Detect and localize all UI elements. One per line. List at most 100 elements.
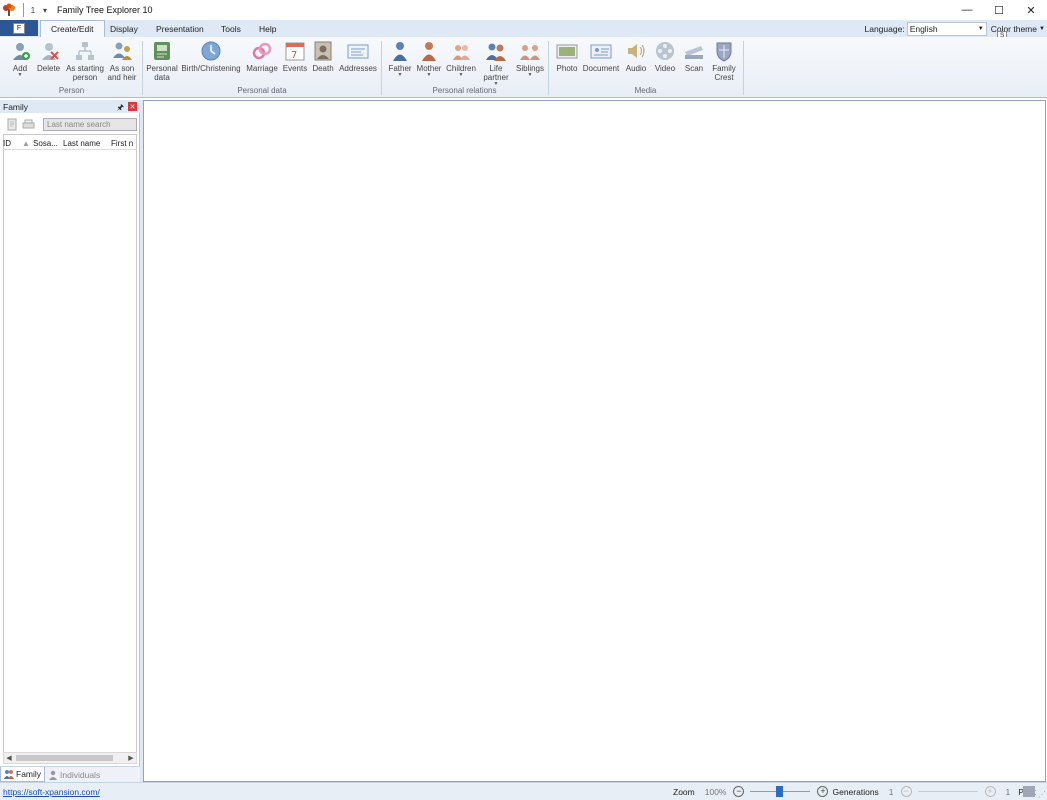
video-label: Video	[654, 64, 676, 73]
column-sosa[interactable]: Sosa...	[33, 137, 63, 149]
window-controls: — ☐ ✕	[951, 0, 1047, 20]
quick-access-button[interactable]: 1	[27, 4, 39, 16]
generations-increase-icon[interactable]: +	[984, 786, 996, 797]
list-header: ID ▲ Sosa... Last name First n	[3, 137, 137, 150]
zoom-slider[interactable]	[750, 786, 811, 797]
zoom-slider-knob[interactable]	[776, 786, 784, 797]
son-and-heir-icon	[113, 42, 132, 60]
death-button[interactable]: Death	[311, 40, 335, 73]
chevron-down-icon: ▼	[527, 72, 533, 78]
delete-person-button[interactable]: Delete	[37, 40, 60, 73]
person-list[interactable]	[3, 134, 137, 754]
audio-button[interactable]: Audio	[624, 40, 648, 73]
generations-slider[interactable]	[917, 786, 978, 797]
group-label-person: Person	[58, 86, 85, 95]
printer-icon[interactable]	[1023, 786, 1035, 797]
close-panel-icon[interactable]: ✕	[128, 102, 137, 111]
minimize-icon[interactable]: —	[951, 0, 983, 20]
scrollbar-thumb[interactable]	[16, 755, 113, 761]
column-last-name[interactable]: Last name	[63, 137, 111, 149]
tab-display[interactable]: Display	[100, 20, 148, 37]
close-icon[interactable]: ✕	[1015, 0, 1047, 20]
column-first-name[interactable]: First n	[111, 137, 137, 149]
chevron-down-icon: ▼	[458, 72, 464, 78]
chevron-down-icon: ▼	[17, 72, 23, 78]
tab-help[interactable]: Help	[249, 20, 286, 37]
marriage-button[interactable]: Marriage	[245, 40, 279, 73]
personal-data-button[interactable]: Personal data	[146, 40, 178, 82]
address-card-icon	[347, 44, 369, 59]
calendar-icon: 7	[285, 42, 305, 61]
photo-label: Photo	[556, 64, 578, 73]
scroll-left-icon[interactable]: ◀	[4, 753, 14, 763]
print-list-icon[interactable]	[22, 118, 35, 131]
family-crest-button[interactable]: Family Crest	[710, 40, 738, 82]
sort-ascending-icon: ▲	[22, 138, 30, 148]
panel-tabs: Family Individuals	[0, 766, 140, 782]
starting-person-icon	[76, 42, 94, 60]
siblings-icon	[520, 45, 540, 60]
horizontal-scrollbar[interactable]: ◀ ▶	[3, 752, 137, 764]
file-menu-button[interactable]: F	[0, 20, 38, 36]
language-label: Language:	[864, 23, 905, 34]
pin-icon[interactable]: 🖈	[117, 102, 124, 116]
delete-label: Delete	[37, 64, 61, 73]
zoom-in-icon[interactable]: +	[817, 786, 829, 797]
events-button[interactable]: 7 Events	[282, 40, 308, 73]
scroll-right-icon[interactable]: ▶	[126, 753, 136, 763]
life-partner-button[interactable]: Life partner ▼	[479, 40, 513, 87]
tab-create-edit[interactable]: Create/Edit	[40, 20, 105, 37]
life-partner-label: Life partner	[483, 64, 509, 82]
death-label: Death	[312, 64, 334, 73]
ribbon-tab-row: F Create/Edit Display Presentation Tools…	[0, 20, 1047, 37]
column-id[interactable]: ID	[3, 137, 19, 149]
as-son-and-heir-button[interactable]: As son and heir	[106, 40, 138, 82]
panel-tab-family[interactable]: Family	[0, 767, 46, 782]
scanner-icon	[685, 46, 703, 59]
group-label-media: Media	[634, 86, 657, 95]
add-person-button[interactable]: Add ▼	[9, 40, 31, 78]
father-button[interactable]: Father ▼	[387, 40, 413, 78]
mother-button[interactable]: Mother ▼	[415, 40, 443, 78]
birth-christening-button[interactable]: Birth/Christening	[180, 40, 242, 73]
family-crest-label: Family Crest	[712, 64, 736, 82]
zoom-out-icon[interactable]: −	[733, 786, 745, 797]
zoom-label: Zoom	[673, 786, 695, 797]
photo-button[interactable]: Photo	[555, 40, 579, 73]
generations-decrease-icon[interactable]: −	[900, 786, 912, 797]
document-label: Document	[582, 64, 620, 73]
life-partner-icon	[486, 43, 506, 61]
last-name-search-input[interactable]: Last name search	[43, 118, 137, 131]
maximize-icon[interactable]: ☐	[983, 0, 1015, 20]
tab-tools[interactable]: Tools	[211, 20, 251, 37]
zoom-controls: Zoom 100% − + Generations 1 − + 1 Print	[673, 786, 1036, 797]
children-button[interactable]: Children ▼	[445, 40, 477, 78]
generations-label: Generations	[832, 786, 879, 797]
website-link[interactable]: https://soft-xpansion.com/	[3, 787, 100, 797]
generations-slider-track	[917, 791, 978, 792]
video-button[interactable]: Video	[653, 40, 677, 73]
panel-tab-individuals[interactable]: Individuals	[45, 767, 103, 782]
tab-presentation[interactable]: Presentation	[146, 20, 214, 37]
title-bar: 1 ▾ Family Tree Explorer 10 — ☐ ✕	[0, 0, 1047, 20]
resize-grip-icon[interactable]: ⋰	[1038, 790, 1046, 799]
scan-button[interactable]: Scan	[683, 40, 705, 73]
family-icon	[4, 770, 14, 779]
edit-list-icon[interactable]	[6, 118, 19, 131]
events-label: Events	[282, 64, 308, 73]
addresses-button[interactable]: Addresses	[338, 40, 378, 73]
document-button[interactable]: Document	[583, 40, 619, 73]
svg-text:7: 7	[291, 50, 297, 61]
as-starting-person-button[interactable]: As starting person	[64, 40, 106, 82]
zoom-value: 100%	[704, 786, 727, 797]
siblings-button[interactable]: Siblings ▼	[514, 40, 546, 78]
tree-canvas[interactable]	[143, 100, 1046, 782]
audio-speaker-icon	[628, 44, 645, 58]
family-panel: Family 🖈 ✕ Last name search ID ▲ Sosa...…	[0, 100, 140, 782]
customize-quick-access-icon[interactable]: ▾	[39, 4, 51, 16]
language-select[interactable]: English ▼	[906, 21, 987, 36]
family-tree-app-icon[interactable]	[2, 3, 16, 17]
window-title: Family Tree Explorer 10	[57, 5, 153, 15]
generations-value-right: 1	[1005, 786, 1011, 797]
family-crest-icon	[716, 42, 732, 62]
